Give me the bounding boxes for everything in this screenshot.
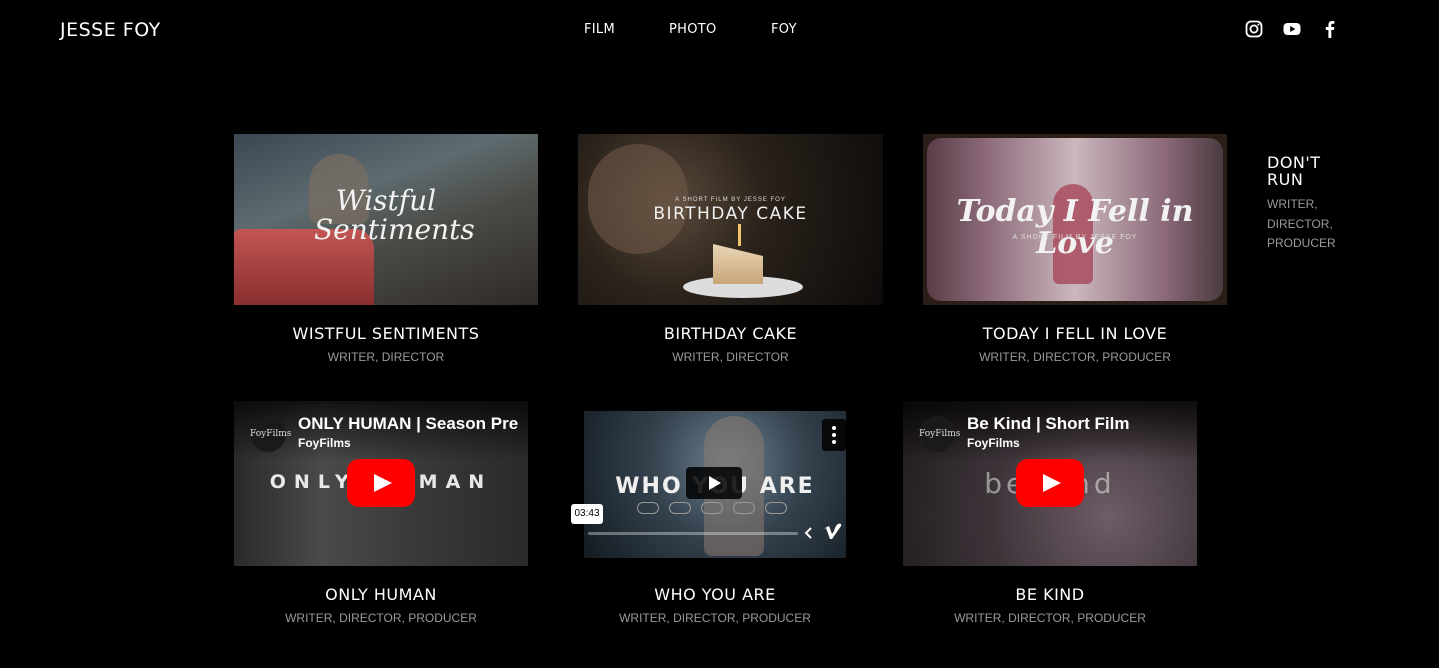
thumbnail-title: Today I Fell in Love — [956, 194, 1194, 261]
social-links — [1245, 20, 1339, 38]
vimeo-play-button[interactable] — [686, 467, 742, 499]
film-roles: WRITER, DIRECTOR — [327, 350, 445, 364]
more-options-icon[interactable] — [822, 419, 846, 451]
vimeo-embed[interactable]: WHO YOU ARE — [584, 411, 846, 558]
youtube-icon[interactable] — [1283, 20, 1301, 38]
nav-foy[interactable]: FOY — [771, 22, 797, 37]
film-title[interactable]: WHO YOU ARE — [568, 585, 862, 604]
film-thumbnail[interactable]: Wistful Sentiments — [234, 134, 538, 305]
film-title[interactable]: TODAY I FELL IN LOVE — [923, 324, 1227, 343]
youtube-header: FoyFilms Be Kind | Short Film FoyFilms — [903, 401, 1197, 461]
film-card-be-kind[interactable]: be kind FoyFilms Be Kind | Short Film Fo… — [903, 401, 1197, 641]
vimeo-logo-icon[interactable] — [822, 523, 844, 543]
film-card-wistful-sentiments[interactable]: Wistful Sentiments WISTFUL SENTIMENTS WR… — [234, 134, 538, 374]
film-card-birthday-cake[interactable]: A SHORT FILM BY JESSE FOY BIRTHDAY CAKE … — [578, 134, 883, 374]
channel-name[interactable]: FoyFilms — [967, 436, 1020, 450]
film-card-who-you-are[interactable]: WHO YOU ARE 03:43 WHO YOU ARE WRITER, DI… — [568, 401, 862, 641]
film-title[interactable]: ONLY HUMAN — [234, 585, 528, 604]
nav-film[interactable]: FILM — [584, 22, 615, 37]
youtube-play-button[interactable] — [347, 459, 415, 507]
facebook-icon[interactable] — [1321, 20, 1339, 38]
chevron-left-icon[interactable] — [803, 525, 815, 541]
youtube-header: FoyFilms ONLY HUMAN | Season Pre FoyFilm… — [234, 401, 528, 461]
film-card-today-i-fell-in-love[interactable]: Today I Fell in Love A SHORT FILM BY JES… — [923, 134, 1227, 374]
film-thumbnail[interactable]: A SHORT FILM BY JESSE FOY BIRTHDAY CAKE — [578, 134, 883, 305]
film-title[interactable]: BE KIND — [903, 585, 1197, 604]
channel-avatar[interactable]: FoyFilms — [250, 416, 291, 452]
site-header: JESSE FOY FILM PHOTO FOY — [0, 0, 1439, 60]
festival-laurels — [622, 502, 802, 516]
film-roles: WRITER, DIRECTOR, PRODUCER — [979, 350, 1171, 364]
film-title[interactable]: WISTFUL SENTIMENTS — [234, 324, 538, 343]
film-title-dont-run[interactable]: DON'T RUN — [1267, 154, 1347, 188]
youtube-embed[interactable]: ONLY HUMAN FoyFilms ONLY HUMAN | Season … — [234, 401, 528, 566]
film-roles-dont-run: WRITER, DIRECTOR, PRODUCER — [1267, 197, 1336, 250]
film-thumbnail[interactable]: Today I Fell in Love A SHORT FILM BY JES… — [923, 134, 1227, 305]
channel-avatar[interactable]: FoyFilms — [919, 416, 960, 452]
nav-photo[interactable]: PHOTO — [669, 22, 717, 37]
progress-bar[interactable] — [588, 532, 798, 535]
duration-tooltip: 03:43 — [571, 504, 603, 524]
film-roles: WRITER, DIRECTOR — [672, 350, 789, 364]
cake-shape — [713, 244, 763, 284]
youtube-play-button[interactable] — [1016, 459, 1084, 507]
film-roles: WRITER, DIRECTOR, PRODUCER — [285, 611, 477, 625]
thumbnail-title: BIRTHDAY CAKE — [653, 204, 808, 224]
thumbnail-title: Wistful Sentiments — [314, 184, 475, 246]
video-title[interactable]: ONLY HUMAN | Season Pre — [298, 414, 518, 434]
thumbnail-tag: A SHORT FILM BY JESSE FOY — [675, 197, 786, 203]
film-roles: WRITER, DIRECTOR, PRODUCER — [619, 611, 811, 625]
film-roles: WRITER, DIRECTOR, PRODUCER — [954, 611, 1146, 625]
channel-name[interactable]: FoyFilms — [298, 436, 351, 450]
candle-shape — [738, 224, 741, 246]
film-card-only-human[interactable]: ONLY HUMAN FoyFilms ONLY HUMAN | Season … — [234, 401, 528, 641]
video-title[interactable]: Be Kind | Short Film — [967, 414, 1129, 434]
instagram-icon[interactable] — [1245, 20, 1263, 38]
site-logo[interactable]: JESSE FOY — [60, 19, 161, 41]
film-title[interactable]: BIRTHDAY CAKE — [578, 324, 883, 343]
thumbnail-tag: A SHORT FILM BY JESSE FOY — [1012, 234, 1138, 241]
youtube-embed[interactable]: be kind FoyFilms Be Kind | Short Film Fo… — [903, 401, 1197, 566]
